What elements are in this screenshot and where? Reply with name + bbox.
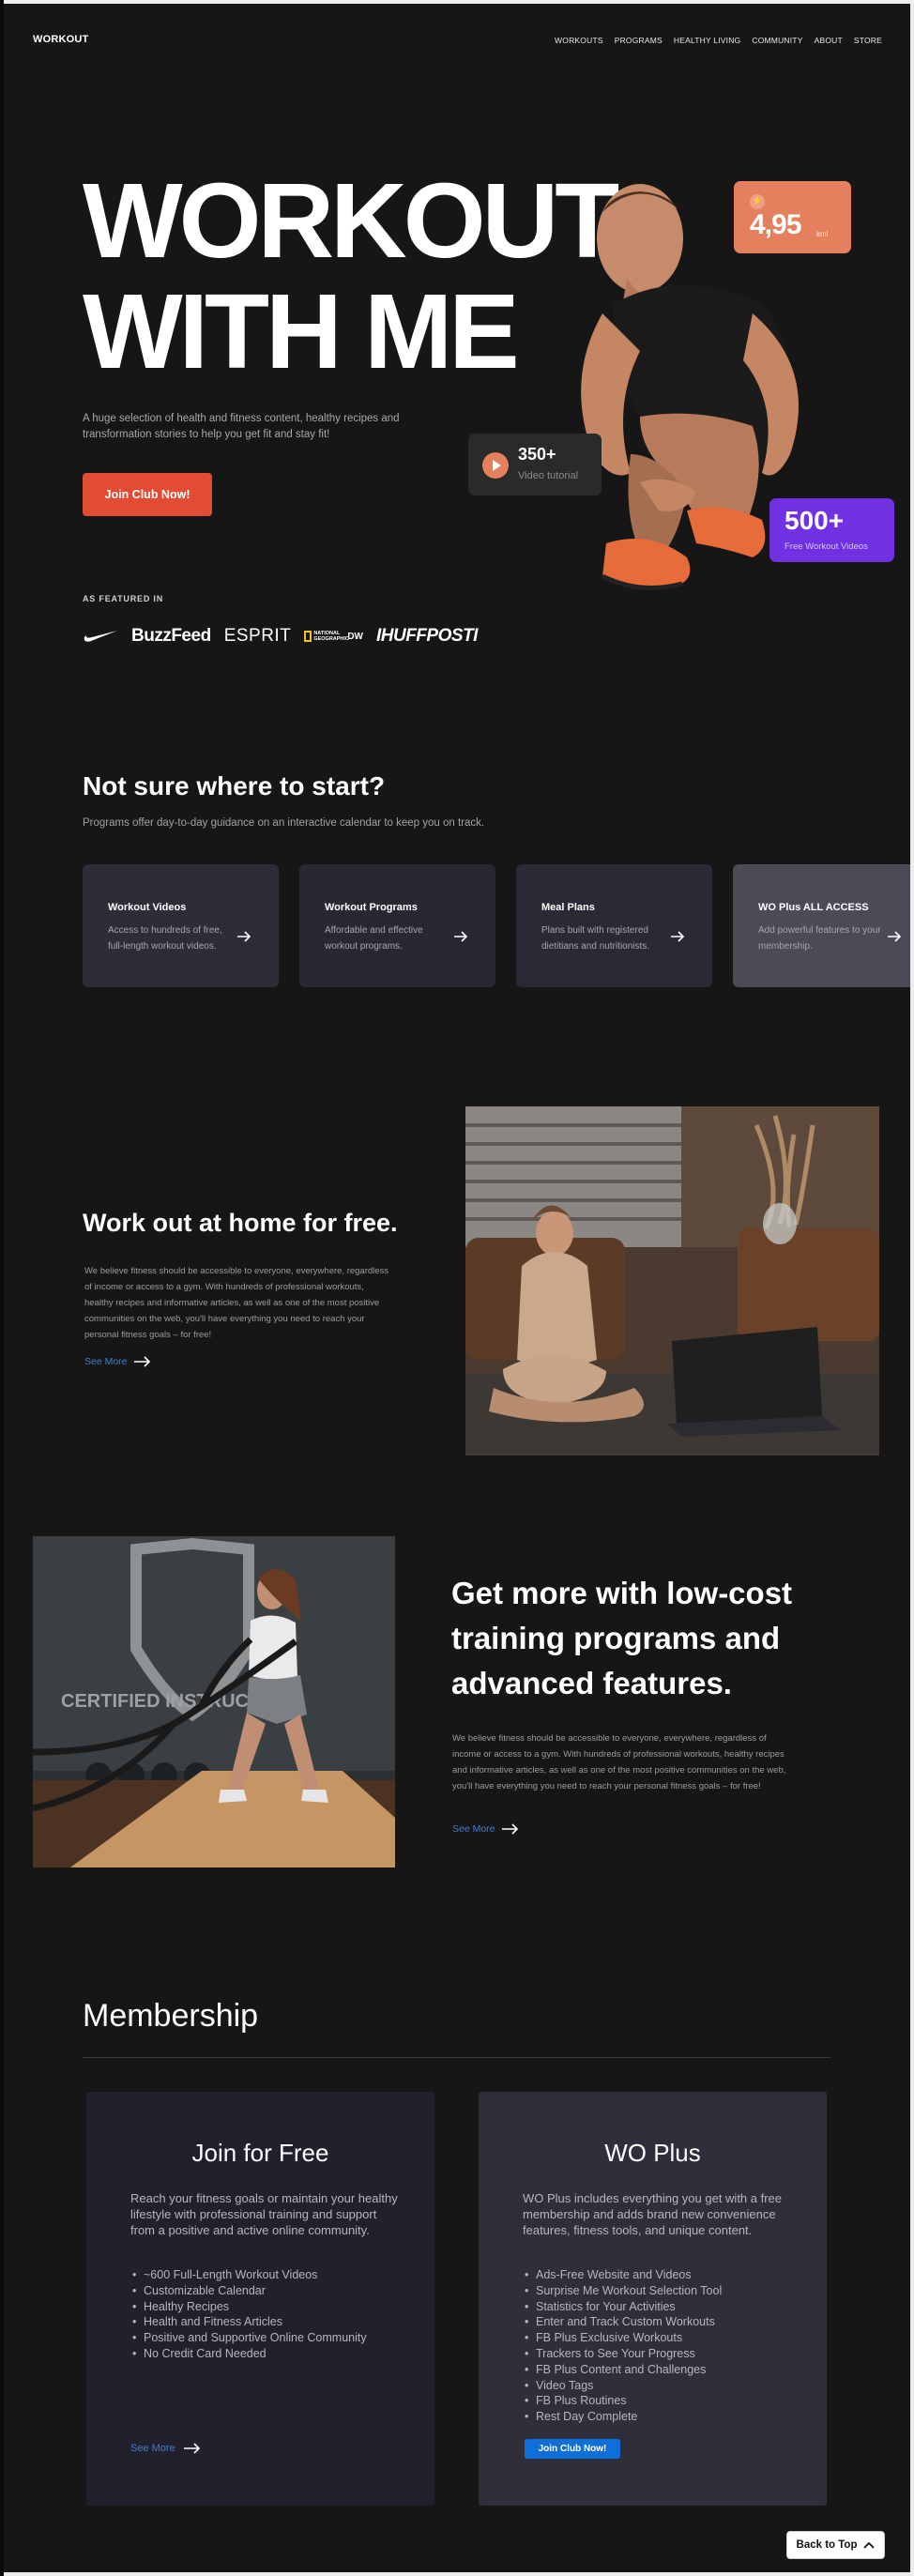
nav-links: WORKOUTS PROGRAMS HEALTHY LIVING COMMUNI… <box>555 36 882 45</box>
calories-value: 4,95 <box>750 209 801 240</box>
esprit-logo: ESPRIT <box>223 626 292 646</box>
arrow-right-icon <box>133 1356 150 1367</box>
hero-subtitle: A huge selection of health and fitness c… <box>83 413 400 440</box>
natgeo-frame-icon <box>304 631 312 642</box>
plan-description: WO Plus includes everything you get with… <box>523 2191 783 2237</box>
see-more-label: See More <box>452 1823 495 1835</box>
featured-logos: BuzzFeed ESPRIT NATIONAL GEOGRAPHIC DW I… <box>83 623 478 649</box>
start-section-subtitle: Programs offer day-to-day guidance on an… <box>83 817 485 829</box>
nav-link-programs[interactable]: PROGRAMS <box>615 36 663 45</box>
plan-description: Reach your fitness goals or maintain you… <box>130 2191 398 2237</box>
start-section-title: Not sure where to start? <box>83 771 386 800</box>
list-item: Statistics for Your Activities <box>525 2299 789 2315</box>
arrow-right-icon[interactable] <box>452 928 469 945</box>
back-to-top-label: Back to Top <box>796 2539 858 2551</box>
membership-divider <box>83 2057 830 2058</box>
membership-title: Membership <box>83 1998 259 2034</box>
nav-link-healthy-living[interactable]: HEALTHY LIVING <box>674 36 740 45</box>
home-section-text: We believe fitness should be accessible … <box>84 1266 389 1340</box>
plan-feature-list: ~600 Full-Length Workout Videos Customiz… <box>132 2267 397 2362</box>
card-description: Affordable and effective workout program… <box>325 925 423 952</box>
back-to-top-button[interactable]: Back to Top <box>786 2531 885 2559</box>
card-description: Plans built with registered dietitians a… <box>541 925 650 952</box>
join-club-button[interactable]: Join Club Now! <box>83 473 212 516</box>
list-item: Trackers to See Your Progress <box>525 2346 789 2362</box>
card-workout-programs[interactable]: Workout Programs Affordable and effectiv… <box>299 864 495 987</box>
dw-logo: DW <box>347 631 363 642</box>
list-item: No Credit Card Needed <box>132 2346 397 2362</box>
list-item: Positive and Supportive Online Community <box>132 2330 397 2346</box>
free-videos-label: Free Workout Videos <box>785 541 868 552</box>
nav-link-workouts[interactable]: WORKOUTS <box>555 36 603 45</box>
list-item: Surprise Me Workout Selection Tool <box>525 2283 789 2299</box>
calories-unit: kml <box>816 230 829 238</box>
arrow-right-icon[interactable] <box>669 928 686 945</box>
nike-logo <box>84 631 117 642</box>
nav-link-about[interactable]: ABOUT <box>815 36 843 45</box>
more-section-text: We believe fitness should be accessible … <box>452 1733 786 1791</box>
battle-rope-photo: CERTIFIED INSTRUCT <box>33 1536 395 1867</box>
card-title: Workout Videos <box>108 902 187 913</box>
plan-feature-list: Ads-Free Website and Videos Surprise Me … <box>525 2267 789 2425</box>
arrow-right-icon <box>501 1823 518 1835</box>
card-title: Workout Programs <box>325 902 418 913</box>
list-item: Ads-Free Website and Videos <box>525 2267 789 2283</box>
featured-label: AS FEATURED IN <box>83 594 164 603</box>
play-icon[interactable] <box>482 452 509 479</box>
arrow-right-icon <box>183 2443 200 2454</box>
list-item: Health and Fitness Articles <box>132 2314 397 2330</box>
list-item: Enter and Track Custom Workouts <box>525 2314 789 2330</box>
yoga-photo <box>465 1106 879 1456</box>
video-label: Video tutorial <box>518 470 579 481</box>
home-see-more-link[interactable]: See More <box>84 1355 152 1368</box>
national-geographic-logo: NATIONAL GEOGRAPHIC <box>304 631 349 642</box>
certified-instruct-sign: CERTIFIED INSTRUCT <box>61 1691 260 1712</box>
free-see-more-link[interactable]: See More <box>130 2442 202 2455</box>
card-description: Add powerful features to your membership… <box>758 925 881 952</box>
free-videos-stat-card: 500+ Free Workout Videos <box>769 498 894 562</box>
see-more-label: See More <box>130 2443 175 2454</box>
list-item: Video Tags <box>525 2378 789 2394</box>
plan-title: Join for Free <box>191 2139 329 2167</box>
chevron-up-icon <box>863 2541 876 2549</box>
list-item: ~600 Full-Length Workout Videos <box>132 2267 397 2283</box>
huffpost-logo: IHUFFPOSTI <box>375 626 478 646</box>
card-description: Access to hundreds of free, full-length … <box>108 925 222 952</box>
logo[interactable]: WORKOUT <box>33 34 88 45</box>
arrow-right-icon[interactable] <box>886 928 903 945</box>
list-item: Customizable Calendar <box>132 2283 397 2299</box>
list-item: FB Plus Exclusive Workouts <box>525 2330 789 2346</box>
see-more-label: See More <box>84 1356 128 1367</box>
arrow-right-icon[interactable] <box>236 928 252 945</box>
plan-free-card: Join for Free Reach your fitness goals o… <box>86 2092 434 2506</box>
top-nav: WORKOUT WORKOUTS PROGRAMS HEALTHY LIVING… <box>4 4 910 71</box>
free-videos-count: 500+ <box>785 506 845 535</box>
list-item: FB Plus Content and Challenges <box>525 2362 789 2378</box>
video-stat-card[interactable]: 350+ Video tutorial <box>468 434 602 495</box>
calories-stat-card: ⚡ 4,95 kml <box>734 181 851 253</box>
card-title: WO Plus ALL ACCESS <box>758 902 869 913</box>
buzzfeed-logo: BuzzFeed <box>131 626 211 646</box>
more-see-more-link[interactable]: See More <box>452 1822 520 1836</box>
nav-link-store[interactable]: STORE <box>854 36 882 45</box>
video-count: 350+ <box>518 445 556 464</box>
home-section-title: Work out at home for free. <box>83 1209 398 1237</box>
page: WORKOUT WORKOUTS PROGRAMS HEALTHY LIVING… <box>4 4 910 2572</box>
card-meal-plans[interactable]: Meal Plans Plans built with registered d… <box>516 864 712 987</box>
plan-plus-card: WO Plus WO Plus includes everything you … <box>479 2092 827 2506</box>
card-wo-plus[interactable]: WO Plus ALL ACCESS Add powerful features… <box>733 864 910 987</box>
card-title: Meal Plans <box>541 902 595 913</box>
more-section-title: Get more with low-cost training programs… <box>451 1576 793 1700</box>
card-workout-videos[interactable]: Workout Videos Access to hundreds of fre… <box>83 864 279 987</box>
program-cards: Workout Videos Access to hundreds of fre… <box>83 864 910 987</box>
plan-title: WO Plus <box>604 2139 701 2167</box>
bolt-icon: ⚡ <box>750 194 765 209</box>
list-item: FB Plus Routines <box>525 2393 789 2409</box>
list-item: Healthy Recipes <box>132 2299 397 2315</box>
plus-join-button[interactable]: Join Club Now! <box>525 2439 620 2459</box>
list-item: Rest Day Complete <box>525 2409 789 2425</box>
nav-link-community[interactable]: COMMUNITY <box>752 36 802 45</box>
